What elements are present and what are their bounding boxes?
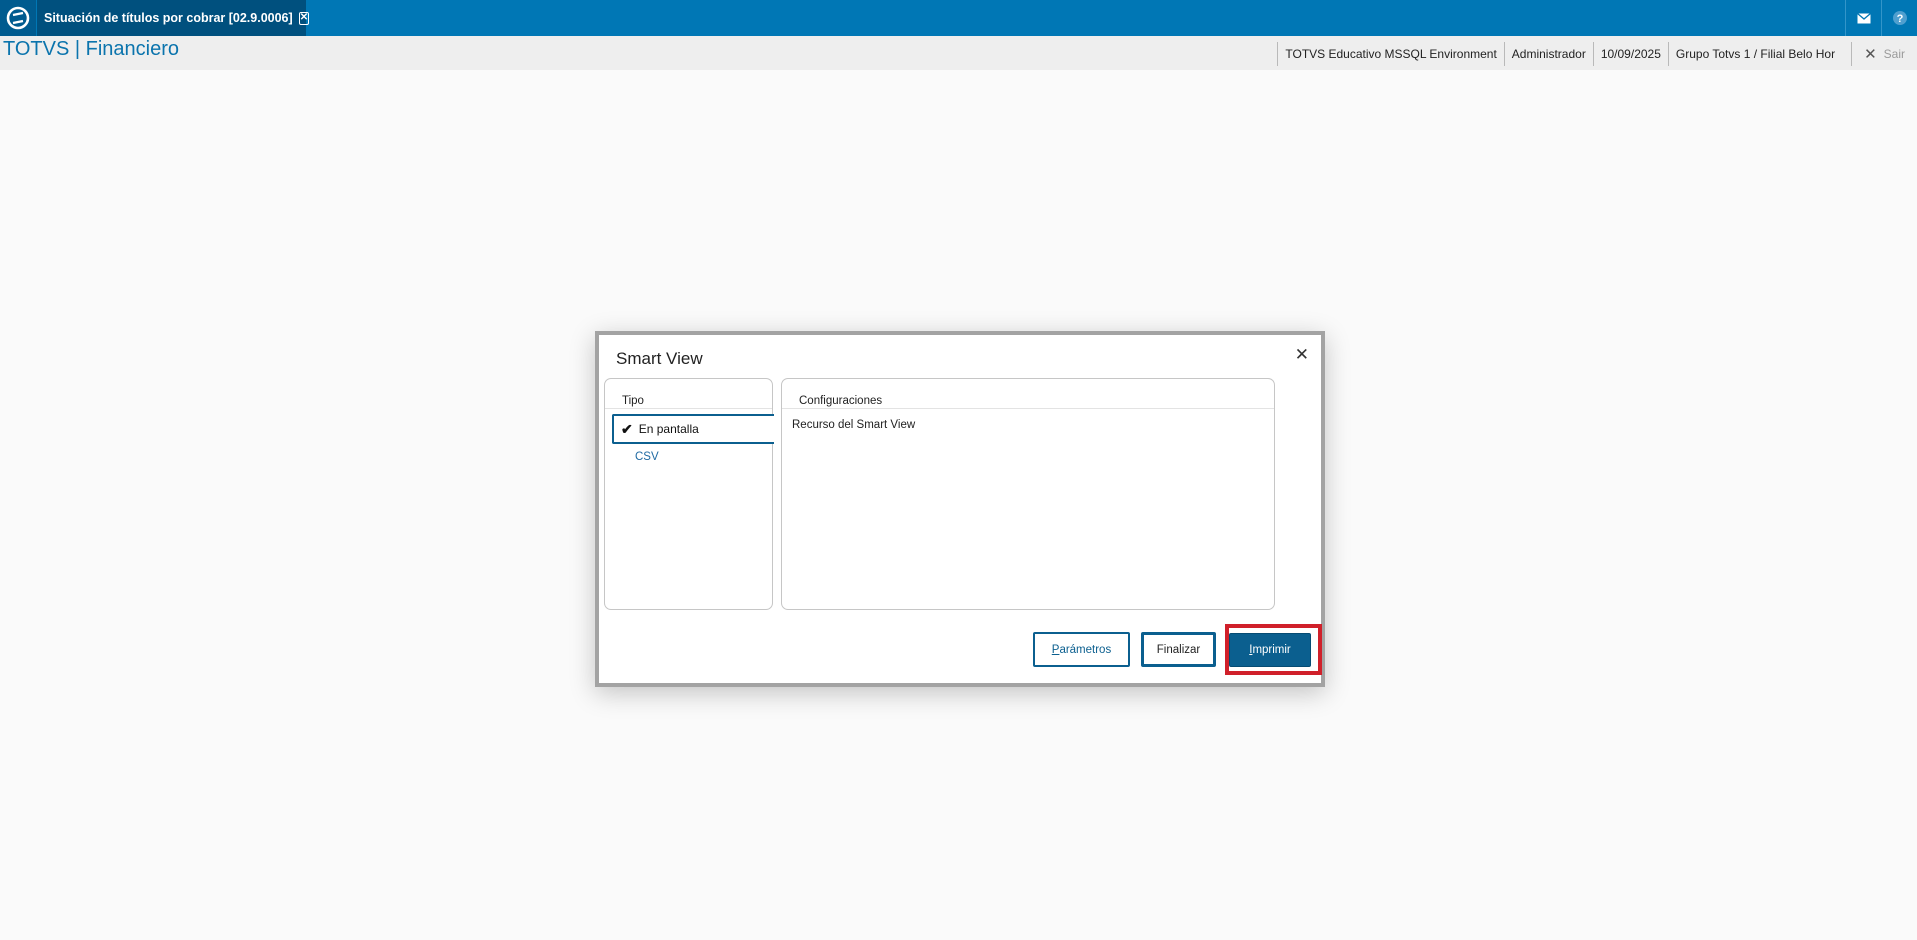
imprimir-label: mprimir [1252,644,1291,656]
svg-text:?: ? [1896,13,1903,25]
parametros-label: arámetros [1059,643,1112,656]
tipo-header: Tipo [605,379,772,409]
option-csv[interactable]: CSV [635,451,659,463]
close-icon[interactable]: ✕ [298,11,310,25]
exit-label: Sair [1883,47,1905,61]
configuraciones-panel: Configuraciones Recurso del Smart View [781,378,1275,610]
tipo-panel: Tipo ✔ En pantalla CSV [604,378,774,610]
config-header-label: Configuraciones [799,395,883,407]
dialog-close-icon[interactable]: ✕ [1295,345,1309,365]
top-app-bar: Situación de títulos por cobrar [02.9.00… [0,0,1917,36]
session-info: TOTVS Educativo MSSQL Environment Admini… [1277,42,1917,66]
help-button[interactable]: ? [1881,0,1917,36]
totvs-logo-icon[interactable] [0,0,36,36]
parametros-button[interactable]: Parámetros [1033,632,1130,667]
environment-label: TOTVS Educativo MSSQL Environment [1277,42,1503,66]
module-title: TOTVS | Financiero [3,38,179,60]
dialog-title: Smart View [616,349,703,368]
parametros-accesskey: P [1051,643,1060,656]
tab-label: Situación de títulos por cobrar [02.9.00… [44,11,293,25]
branch-label: Grupo Totvs 1 / Filial Belo Hor [1667,42,1842,66]
finalizar-button[interactable]: Finalizar [1141,632,1216,667]
user-label: Administrador [1503,42,1593,66]
option-label: En pantalla [638,422,699,436]
config-resource-text: Recurso del Smart View [792,419,916,431]
tipo-header-label: Tipo [622,395,644,407]
smart-view-dialog: Smart View ✕ Tipo ✔ En pantalla CSV Conf… [595,331,1325,687]
date-label: 10/09/2025 [1592,42,1668,66]
tab-situacion-titulos[interactable]: Situación de títulos por cobrar [02.9.00… [37,0,310,36]
mail-icon [1856,12,1871,23]
close-icon: ✕ [1864,46,1877,63]
option-en-pantalla[interactable]: ✔ En pantalla [612,414,774,444]
imprimir-button[interactable]: Imprimir [1229,633,1311,667]
mail-button[interactable] [1845,0,1881,36]
check-icon: ✔ [621,420,633,437]
config-header: Configuraciones [782,379,1274,409]
exit-button[interactable]: ✕ Sair [1851,42,1917,66]
help-icon: ? [1892,11,1907,25]
